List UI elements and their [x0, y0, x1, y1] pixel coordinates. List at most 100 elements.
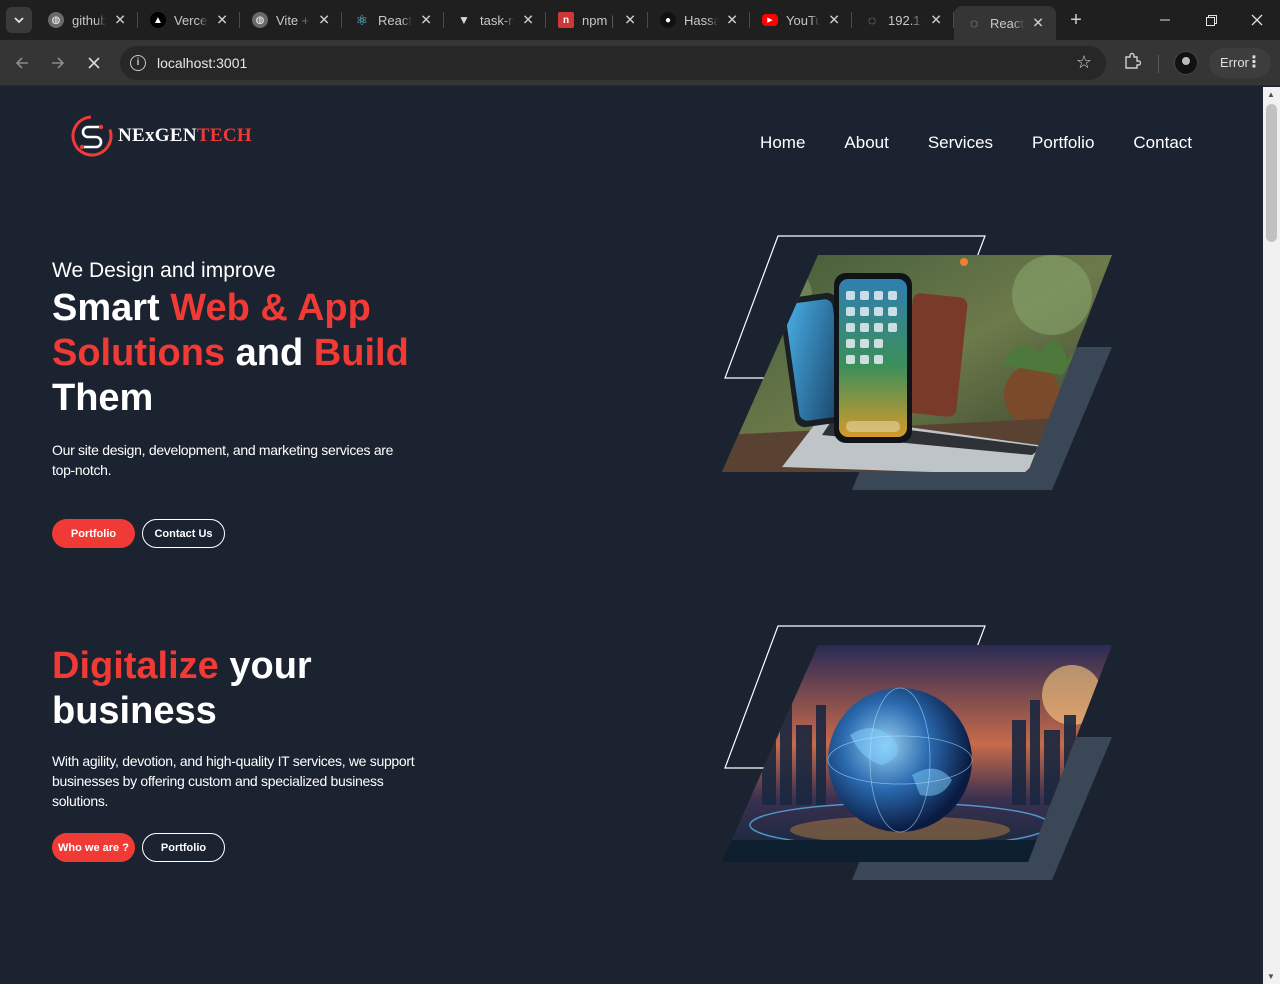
hero-section-1: We Design and improve Smart Web & App So… [52, 259, 472, 480]
browser-tab[interactable]: n npm | Home ✕ [546, 0, 648, 40]
browser-tab[interactable]: ▼ task-manager ✕ [444, 0, 546, 40]
tab-close-icon[interactable]: ✕ [318, 12, 330, 29]
new-tab-button[interactable]: + [1066, 8, 1086, 32]
browser-tab[interactable]: ◍ Vite + React ✕ [240, 0, 342, 40]
hero-section-2: Digitalize your business With agility, d… [52, 644, 472, 811]
info-icon[interactable]: i [130, 55, 146, 71]
profile-avatar[interactable] [1174, 51, 1198, 75]
hero1-kicker: We Design and improve [52, 259, 276, 282]
arrow-right-icon [52, 57, 65, 69]
tab-close-icon[interactable]: ✕ [114, 12, 126, 29]
tab-close-icon[interactable]: ✕ [216, 12, 228, 29]
address-bar[interactable]: i localhost:3001 ☆ [120, 46, 1106, 80]
forward-button[interactable] [44, 49, 72, 77]
site-logo[interactable]: NExGENTECH [70, 113, 252, 159]
tab-close-icon[interactable]: ✕ [522, 12, 534, 29]
hero1-image-phones [722, 235, 1112, 490]
stop-loading-button[interactable] [80, 49, 108, 77]
hero2-buttons: Who we are ? Portfolio [52, 833, 225, 862]
portfolio-button[interactable]: Portfolio [52, 519, 135, 548]
globe-icon: ◍ [48, 12, 64, 28]
contact-us-button[interactable]: Contact Us [142, 519, 225, 548]
loading-icon: ◌ [867, 12, 877, 28]
hero2-headline: Digitalize your business [52, 644, 472, 734]
react-icon: ⚛ [355, 11, 369, 28]
nav-home[interactable]: Home [760, 133, 805, 153]
hero1-line2-red2: Build [313, 332, 409, 374]
logo-text-white: NExGEN [118, 125, 197, 146]
browser-tab[interactable]: ● Hassan ✕ [648, 0, 750, 40]
browser-tab[interactable]: ◍ github ✕ [36, 0, 138, 40]
avatar-icon: ● [660, 12, 676, 28]
scroll-down-arrow-icon[interactable]: ▼ [1267, 972, 1275, 981]
chevron-down-icon [14, 17, 24, 24]
browser-tab[interactable]: ◌ React App ✕ [954, 6, 1056, 40]
tab-title: React App [378, 12, 412, 28]
back-button[interactable] [8, 49, 36, 77]
youtube-icon: ▶ [762, 14, 778, 26]
tab-title: Vercel [174, 12, 208, 28]
minimize-icon [1160, 19, 1170, 21]
tab-search-button[interactable] [6, 7, 32, 33]
who-we-are-button[interactable]: Who we are ? [52, 833, 135, 862]
browser-tab[interactable]: ▲ Vercel ✕ [138, 0, 240, 40]
page-viewport: NExGENTECH Home About Services Portfolio… [0, 87, 1263, 984]
tab-title: Vite + React [276, 12, 310, 28]
address-url[interactable]: localhost:3001 [157, 55, 247, 71]
hero1-description: Our site design, development, and market… [52, 442, 394, 478]
kebab-menu-icon: ⋮ [1246, 54, 1262, 71]
portfolio-button-2[interactable]: Portfolio [142, 833, 225, 862]
hero2-line1-white: your [218, 645, 312, 687]
tab-close-icon[interactable]: ✕ [420, 12, 432, 29]
tab-title: YouTube [786, 12, 820, 28]
hero1-line3-white: Them [52, 377, 154, 419]
tab-title: npm | Home [582, 12, 616, 28]
error-label: Error [1220, 55, 1249, 70]
logo-wordmark: NExGENTECH [118, 125, 252, 147]
minimize-button[interactable] [1142, 0, 1188, 40]
hero2-image-globe [722, 625, 1112, 880]
nav-contact[interactable]: Contact [1133, 133, 1192, 153]
close-window-button[interactable] [1234, 0, 1280, 40]
hero2-description: With agility, devotion, and high-quality… [52, 753, 415, 809]
tab-close-icon[interactable]: ✕ [1032, 15, 1044, 32]
browser-tab[interactable]: ◌ 192.168 ✕ [852, 0, 954, 40]
browser-tab[interactable]: ⚛ React App ✕ [342, 0, 444, 40]
scroll-up-arrow-icon[interactable]: ▲ [1267, 90, 1275, 99]
tab-close-icon[interactable]: ✕ [930, 12, 942, 29]
logo-mark-icon [71, 115, 113, 157]
arrow-left-icon [15, 57, 28, 69]
page-scrollbar[interactable]: ▲ ▼ [1263, 87, 1280, 984]
hero2-line1-red: Digitalize [52, 645, 219, 687]
browser-tab[interactable]: ▶ YouTube ✕ [750, 0, 852, 40]
tab-title: 192.168 [888, 12, 922, 28]
toolbar-separator [1158, 55, 1159, 73]
puzzle-icon [1125, 52, 1142, 69]
tab-title: github [72, 12, 106, 28]
vite-icon: ▼ [458, 13, 470, 27]
close-icon [1251, 14, 1263, 26]
close-icon [88, 57, 100, 69]
hero1-line1-white: Smart [52, 287, 171, 329]
restore-button[interactable] [1188, 0, 1234, 40]
tab-close-icon[interactable]: ✕ [828, 12, 840, 29]
bookmark-star-icon[interactable]: ☆ [1076, 52, 1092, 73]
nav-services[interactable]: Services [928, 133, 993, 153]
nav-portfolio[interactable]: Portfolio [1032, 133, 1094, 153]
tab-list: ◍ github ✕ ▲ Vercel ✕ ◍ Vite + React ✕ ⚛ React App… [36, 0, 1056, 40]
tab-title: Hassan [684, 12, 718, 28]
main-nav: Home About Services Portfolio Contact [760, 133, 1192, 153]
tab-title: React App [990, 15, 1024, 31]
hero1-line2-red: Solutions [52, 332, 226, 374]
scrollbar-thumb[interactable] [1266, 104, 1277, 242]
extensions-button[interactable] [1120, 52, 1144, 76]
restore-icon [1205, 14, 1217, 26]
nav-about[interactable]: About [844, 133, 888, 153]
browser-toolbar: i localhost:3001 ☆ Error ⋮ [0, 40, 1280, 86]
error-menu-button[interactable]: Error ⋮ [1209, 48, 1271, 78]
npm-icon: n [558, 12, 574, 28]
vercel-icon: ▲ [150, 12, 166, 28]
hero1-headline: Smart Web & App Solutions and Build Them [52, 286, 472, 421]
tab-close-icon[interactable]: ✕ [624, 12, 636, 29]
tab-close-icon[interactable]: ✕ [726, 12, 738, 29]
